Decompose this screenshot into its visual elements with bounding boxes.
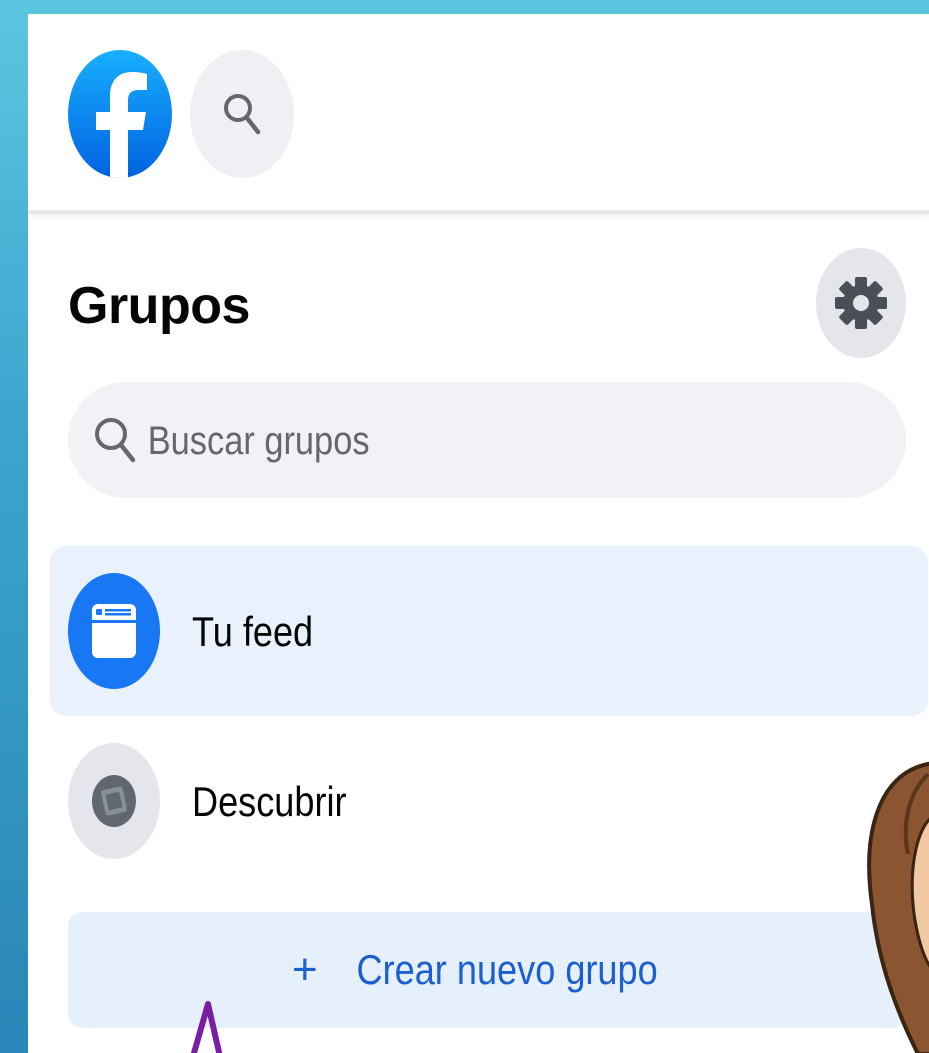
facebook-logo-icon[interactable] bbox=[68, 50, 172, 178]
plus-icon: + bbox=[292, 945, 318, 994]
feed-icon-circle bbox=[68, 573, 160, 689]
avatar-sticker-icon bbox=[867, 761, 929, 1053]
sidebar-item-tu-feed[interactable]: Tu feed bbox=[50, 546, 928, 716]
top-search-button[interactable] bbox=[190, 50, 294, 178]
group-search-field[interactable] bbox=[68, 382, 906, 500]
feed-icon bbox=[92, 604, 136, 658]
compass-icon bbox=[92, 775, 136, 827]
top-navigation-bar bbox=[28, 14, 929, 214]
settings-button[interactable] bbox=[816, 248, 906, 358]
groups-panel: Grupos Buscar grupos Tu feed Descubrir +… bbox=[28, 14, 929, 1053]
arrow-annotation-icon bbox=[190, 1001, 223, 1053]
sidebar-item-label: Tu feed bbox=[192, 608, 314, 655]
compass-icon-circle bbox=[68, 743, 160, 859]
gear-icon bbox=[835, 277, 887, 329]
group-search-input[interactable] bbox=[146, 382, 769, 500]
search-icon bbox=[224, 94, 261, 135]
page-title: Grupos bbox=[68, 277, 250, 335]
create-group-label: Crear nuevo grupo bbox=[356, 946, 658, 993]
sidebar-item-descubrir[interactable]: Descubrir bbox=[50, 716, 928, 886]
sidebar-item-label: Descubrir bbox=[192, 778, 347, 825]
search-icon bbox=[95, 418, 136, 463]
